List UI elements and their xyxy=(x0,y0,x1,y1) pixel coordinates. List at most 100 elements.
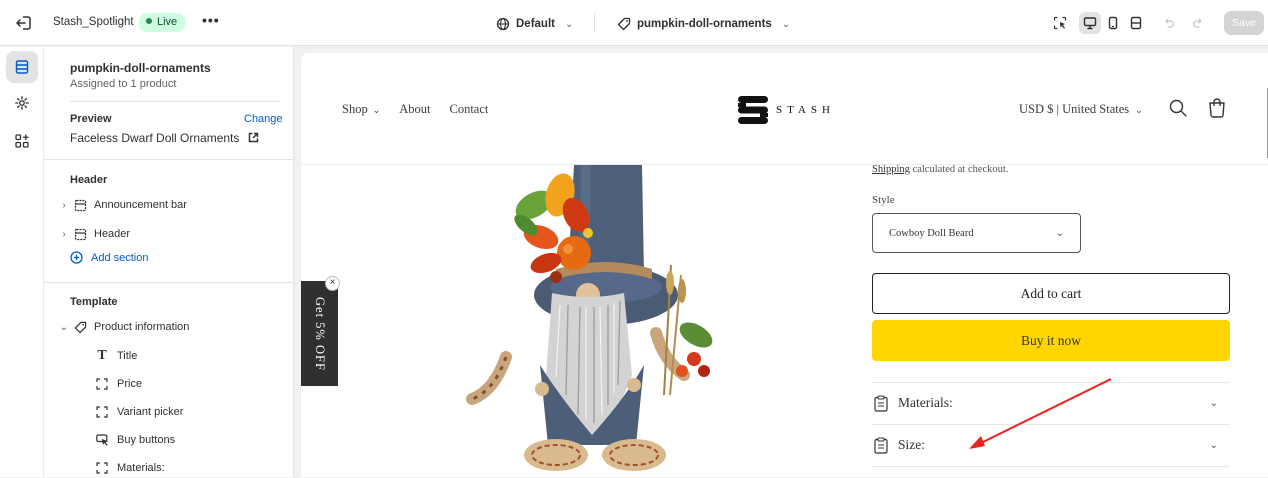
logo-text: STASH xyxy=(776,104,835,116)
block-label: Title xyxy=(117,350,138,362)
store-logo[interactable]: STASH xyxy=(736,95,835,125)
sidebar-divider xyxy=(70,101,280,102)
exit-icon xyxy=(16,16,31,30)
accordion-materials[interactable]: Materials: ⌄ xyxy=(872,383,1230,423)
store-nav: Shop ⌄ About Contact xyxy=(342,102,488,117)
rail-settings-button[interactable] xyxy=(6,87,38,119)
discount-tab-label: Get 5% OFF xyxy=(313,296,327,371)
store-name: Stash_Spotlight xyxy=(53,16,134,28)
chevron-down-icon: ⌄ xyxy=(1209,397,1218,409)
template-selector[interactable]: pumpkin-doll-ornaments ⌄ xyxy=(617,14,790,34)
inspector-icon xyxy=(1053,16,1067,30)
shipping-link[interactable]: Shipping xyxy=(872,164,910,175)
clipboard-icon xyxy=(874,394,890,412)
theme-name: Default xyxy=(516,18,555,30)
nav-contact[interactable]: Contact xyxy=(450,102,489,117)
block-variant-picker[interactable]: Variant picker xyxy=(94,402,183,422)
undo-button[interactable] xyxy=(1158,12,1180,34)
sidebar-divider xyxy=(44,282,294,283)
shipping-note: Shipping calculated at checkout. xyxy=(872,164,1008,175)
gear-icon xyxy=(15,96,29,110)
status-badge: Live xyxy=(139,13,186,32)
section-layout-icon xyxy=(70,199,90,212)
editor-rail xyxy=(0,47,44,477)
template-group-title: Template xyxy=(70,296,118,308)
status-badge-label: Live xyxy=(157,16,178,28)
external-link-icon xyxy=(248,132,258,143)
block-placeholder-icon xyxy=(94,406,110,418)
apps-icon xyxy=(15,134,29,148)
save-button[interactable]: Save xyxy=(1224,11,1264,35)
redo-button[interactable] xyxy=(1187,12,1209,34)
block-label: Materials: xyxy=(117,462,165,474)
exit-editor-button[interactable] xyxy=(14,13,34,33)
accordion-label: Materials: xyxy=(898,395,953,410)
discount-popup-tab[interactable]: Get 5% OFF xyxy=(301,281,338,386)
more-actions-button[interactable]: ••• xyxy=(202,12,220,28)
live-dot-icon xyxy=(146,18,152,24)
search-icon[interactable] xyxy=(1168,98,1188,118)
template-name: pumpkin-doll-ornaments xyxy=(637,18,772,30)
tag-icon xyxy=(70,321,90,334)
editor-topbar: Stash_Spotlight Live ••• Default ⌄ pumpk… xyxy=(0,0,1268,46)
rail-apps-button[interactable] xyxy=(6,125,38,157)
desktop-view-button[interactable] xyxy=(1079,12,1101,34)
mobile-view-button[interactable] xyxy=(1102,12,1124,34)
inspector-button[interactable] xyxy=(1049,12,1071,34)
text-icon: T xyxy=(97,348,107,363)
chevron-right-icon: › xyxy=(62,199,66,211)
sidebar-item-label: Header xyxy=(94,228,131,240)
block-title[interactable]: T Title xyxy=(94,346,137,366)
header-group-title: Header xyxy=(70,174,108,186)
cart-icon[interactable] xyxy=(1206,97,1228,119)
sidebar-item-header[interactable]: › Header xyxy=(58,224,130,244)
chevron-down-icon: ⌄ xyxy=(1209,439,1218,451)
fullscreen-icon xyxy=(1130,16,1142,30)
preview-product-name: Faceless Dwarf Doll Ornaments xyxy=(70,131,240,145)
sections-sidebar: pumpkin-doll-ornaments Assigned to 1 pro… xyxy=(44,47,294,477)
theme-selector[interactable]: Default ⌄ xyxy=(496,14,573,34)
add-to-cart-button[interactable]: Add to cart xyxy=(872,273,1230,314)
close-discount-tab-button[interactable]: × xyxy=(325,276,340,291)
product-image[interactable] xyxy=(456,165,726,477)
style-select[interactable]: Cowboy Doll Beard ⌄ xyxy=(872,213,1081,253)
chevron-down-icon: ⌄ xyxy=(781,18,791,30)
chevron-down-icon: ⌄ xyxy=(564,18,574,30)
undo-icon xyxy=(1165,18,1175,28)
sidebar-item-product-information[interactable]: ⌄ Product information xyxy=(58,317,190,337)
block-label: Price xyxy=(117,378,143,390)
buy-now-button[interactable]: Buy it now xyxy=(872,320,1230,361)
nav-shop[interactable]: Shop ⌄ xyxy=(342,102,380,117)
accordion-divider xyxy=(872,466,1230,467)
storefront-preview: Shop ⌄ About Contact STASH USD $ | United… xyxy=(301,53,1268,477)
clipboard-icon xyxy=(874,436,890,454)
shipping-note-text: calculated at checkout. xyxy=(909,164,1009,175)
block-materials[interactable]: Materials: xyxy=(94,458,165,478)
rail-sections-button[interactable] xyxy=(6,51,38,83)
mobile-icon xyxy=(1108,16,1118,30)
currency-label: USD $ | United States xyxy=(1019,102,1130,116)
block-placeholder-icon xyxy=(94,462,110,474)
add-section-label: Add section xyxy=(91,251,149,264)
chevron-down-icon: ⌄ xyxy=(1055,227,1064,239)
block-price[interactable]: Price xyxy=(94,374,142,394)
nav-about[interactable]: About xyxy=(399,102,430,117)
change-preview-link[interactable]: Change xyxy=(244,113,283,125)
topbar-divider xyxy=(594,13,595,33)
preview-product[interactable]: Faceless Dwarf Doll Ornaments xyxy=(70,131,259,145)
chevron-down-icon: ⌄ xyxy=(1135,105,1143,115)
chevron-down-icon: ⌄ xyxy=(59,321,69,333)
tag-icon xyxy=(617,17,631,31)
fullscreen-view-button[interactable] xyxy=(1125,12,1147,34)
accordion-size[interactable]: Size: ⌄ xyxy=(872,425,1230,465)
chevron-right-icon: › xyxy=(62,228,66,240)
style-select-value: Cowboy Doll Beard xyxy=(889,227,974,239)
redo-icon xyxy=(1192,18,1202,28)
block-placeholder-icon xyxy=(94,378,110,390)
accordion-label: Size: xyxy=(898,437,925,452)
sidebar-item-announcement-bar[interactable]: › Announcement bar xyxy=(58,195,187,215)
block-buy-buttons[interactable]: Buy buttons xyxy=(94,430,175,450)
globe-icon xyxy=(496,17,510,31)
add-section-button[interactable]: Add section xyxy=(70,251,148,264)
currency-selector[interactable]: USD $ | United States ⌄ xyxy=(1019,102,1143,117)
